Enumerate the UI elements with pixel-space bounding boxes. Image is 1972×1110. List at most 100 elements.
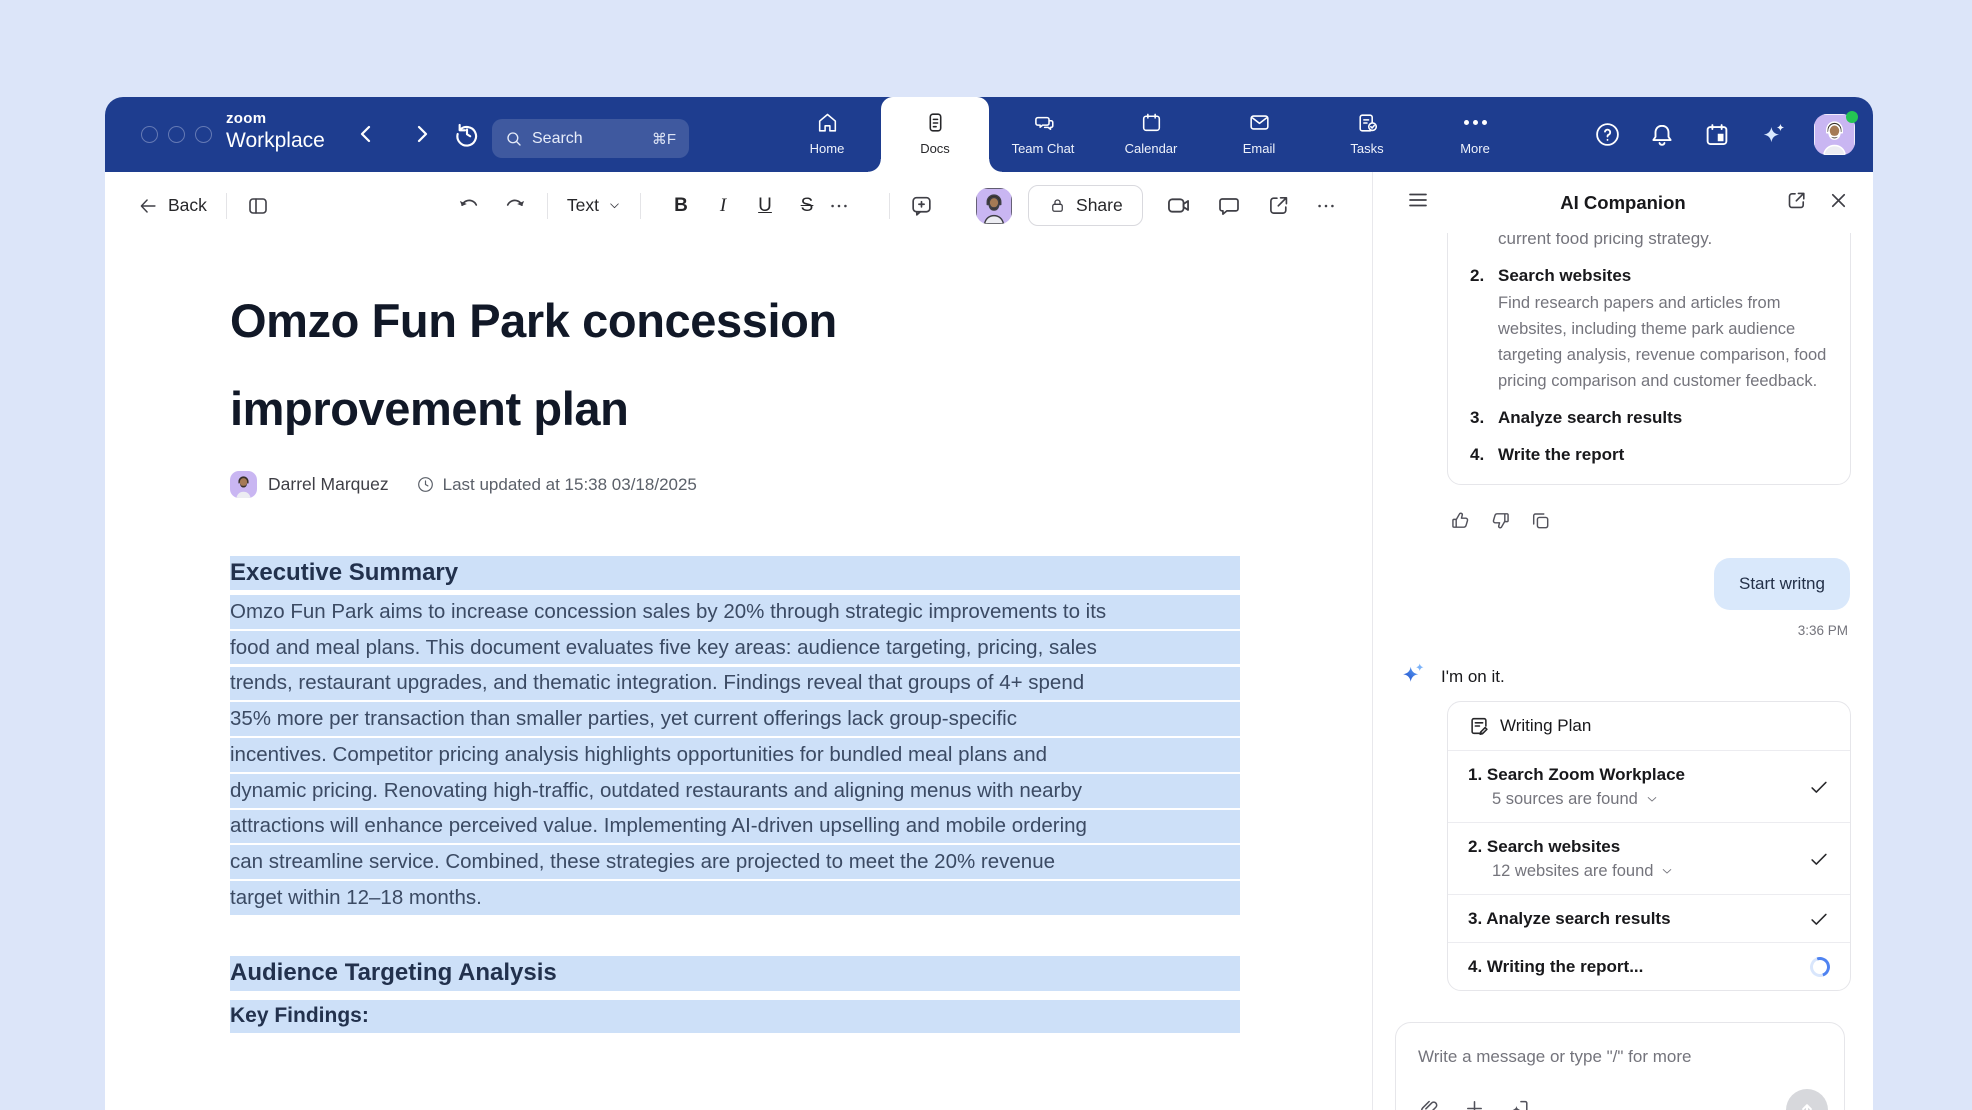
italic-button[interactable]: I (702, 195, 744, 217)
lock-icon (1048, 196, 1067, 215)
summary-line: food and meal plans. This document evalu… (230, 631, 1240, 665)
clipped-text: current food pricing strategy. (1470, 233, 1828, 252)
preview-item: 3. Analyze search results (1470, 405, 1828, 431)
window-close-button[interactable] (141, 126, 158, 143)
copy-icon[interactable] (1529, 509, 1552, 537)
undo-icon[interactable] (456, 193, 482, 219)
team-chat-icon (1031, 110, 1056, 135)
brand-zoom: zoom (226, 111, 325, 126)
ai-companion-sparkle-icon[interactable] (1757, 119, 1789, 151)
comment-add-icon[interactable] (909, 193, 934, 218)
text-style-dropdown[interactable]: Text (567, 195, 621, 216)
window-minimize-button[interactable] (168, 126, 185, 143)
window-controls[interactable] (141, 126, 212, 143)
help-icon[interactable] (1593, 120, 1622, 149)
history-icon[interactable] (451, 118, 483, 150)
document-body[interactable]: Omzo Fun Park concession improvement pla… (105, 277, 1240, 1033)
ai-sparkle-icon (1397, 659, 1428, 695)
chevron-down-icon[interactable] (1645, 792, 1659, 806)
email-icon (1247, 110, 1272, 135)
ai-message-text: I'm on it. (1441, 667, 1505, 687)
tab-docs[interactable]: Docs (881, 97, 989, 172)
ai-companion-panel: AI Companion current food pricing strate… (1372, 172, 1873, 1110)
tab-home[interactable]: Home (773, 97, 881, 172)
attach-icon[interactable] (1418, 1097, 1441, 1110)
executive-summary-paragraph[interactable]: Omzo Fun Park aims to increase concessio… (230, 595, 1240, 915)
back-arrow-icon (137, 195, 159, 217)
sidebar-toggle-icon[interactable] (246, 194, 270, 218)
back-button[interactable]: Back (137, 195, 207, 217)
notifications-icon[interactable] (1647, 120, 1677, 150)
toolbar-divider (547, 193, 548, 219)
plan-step-2[interactable]: 2. Search websites 12 websites are found (1448, 823, 1850, 895)
calendar-date-icon[interactable] (1702, 120, 1732, 150)
doc-title[interactable]: Omzo Fun Park concession improvement pla… (230, 277, 1240, 453)
toolbar-more-icon[interactable] (1315, 195, 1337, 217)
user-message-bubble: Start writng (1714, 558, 1850, 610)
ai-panel-header: AI Companion (1373, 172, 1873, 233)
heading-key-findings[interactable]: Key Findings: (230, 1000, 1240, 1033)
tab-email[interactable]: Email (1205, 97, 1313, 172)
user-avatar[interactable] (1814, 114, 1855, 155)
chat-icon[interactable] (1216, 193, 1242, 219)
bold-button[interactable]: B (660, 195, 702, 217)
summary-line: can streamline service. Combined, these … (230, 845, 1240, 879)
zoom-workplace-logo: zoom Workplace (226, 111, 325, 151)
doc-meta-row: Darrel Marquez Last updated at 15:38 03/… (230, 471, 1240, 498)
tab-more[interactable]: More (1421, 97, 1529, 172)
search-icon (505, 130, 523, 148)
nav-forward-icon[interactable] (411, 119, 433, 149)
close-icon[interactable] (1827, 189, 1850, 217)
format-more-icon[interactable] (828, 195, 870, 217)
send-arrow-icon (1796, 1099, 1818, 1110)
redo-icon[interactable] (502, 193, 528, 219)
writing-plan-card: Writing Plan 1. Search Zoom Workplace 5 … (1447, 701, 1851, 991)
strikethrough-button[interactable]: S (786, 195, 828, 217)
last-updated: Last updated at 15:38 03/18/2025 (416, 475, 697, 495)
check-icon (1808, 776, 1830, 798)
toolbar-divider (640, 193, 641, 219)
underline-button[interactable]: U (744, 195, 786, 217)
popout-icon[interactable] (1785, 189, 1808, 217)
doc-toolbar: Back Text B I U S (105, 172, 1372, 239)
chevron-down-icon[interactable] (1660, 864, 1674, 878)
tab-tasks[interactable]: Tasks (1313, 97, 1421, 172)
app-tabs: Home Docs Team Chat Calendar Email Tasks (773, 97, 1529, 172)
feedback-row (1449, 509, 1552, 537)
heading-audience-targeting[interactable]: Audience Targeting Analysis (230, 956, 1240, 991)
open-external-icon[interactable] (1266, 193, 1291, 218)
writing-plan-header: Writing Plan (1448, 702, 1850, 751)
message-composer[interactable]: Write a message or type "/" for more (1395, 1022, 1845, 1110)
tab-team-chat[interactable]: Team Chat (989, 97, 1097, 172)
video-call-icon[interactable] (1165, 192, 1192, 219)
status-dot (1846, 111, 1858, 123)
thumbs-down-icon[interactable] (1489, 509, 1512, 537)
collaborator-avatar[interactable] (976, 188, 1012, 224)
writing-plan-icon (1468, 715, 1490, 737)
summary-line: incentives. Competitor pricing analysis … (230, 738, 1240, 772)
ai-panel-scroll-area[interactable]: current food pricing strategy. 2. Search… (1373, 233, 1873, 1110)
more-dots-icon (1464, 110, 1487, 135)
window-zoom-button[interactable] (195, 126, 212, 143)
check-icon (1808, 848, 1830, 870)
loading-spinner (1807, 953, 1834, 980)
summary-line: Omzo Fun Park aims to increase concessio… (230, 595, 1240, 629)
home-icon (815, 110, 840, 135)
plan-step-3[interactable]: 3. Analyze search results (1448, 895, 1850, 943)
plan-step-1[interactable]: 1. Search Zoom Workplace 5 sources are f… (1448, 751, 1850, 823)
global-search-input[interactable]: Search ⌘F (492, 119, 689, 158)
add-icon[interactable] (1463, 1097, 1486, 1110)
thumbs-up-icon[interactable] (1449, 509, 1472, 537)
insert-to-doc-icon[interactable] (1508, 1097, 1531, 1110)
author-avatar (230, 471, 257, 498)
tab-calendar[interactable]: Calendar (1097, 97, 1205, 172)
share-button[interactable]: Share (1028, 185, 1143, 226)
search-placeholder: Search (532, 130, 583, 148)
toolbar-divider (226, 193, 227, 219)
preview-item: 2. Search websites (1470, 263, 1828, 289)
plan-step-4[interactable]: 4. Writing the report... (1448, 943, 1850, 990)
heading-executive-summary[interactable]: Executive Summary (230, 556, 1240, 590)
send-button[interactable] (1786, 1089, 1828, 1110)
summary-line: 35% more per transaction than smaller pa… (230, 702, 1240, 736)
nav-back-icon[interactable] (355, 119, 377, 149)
